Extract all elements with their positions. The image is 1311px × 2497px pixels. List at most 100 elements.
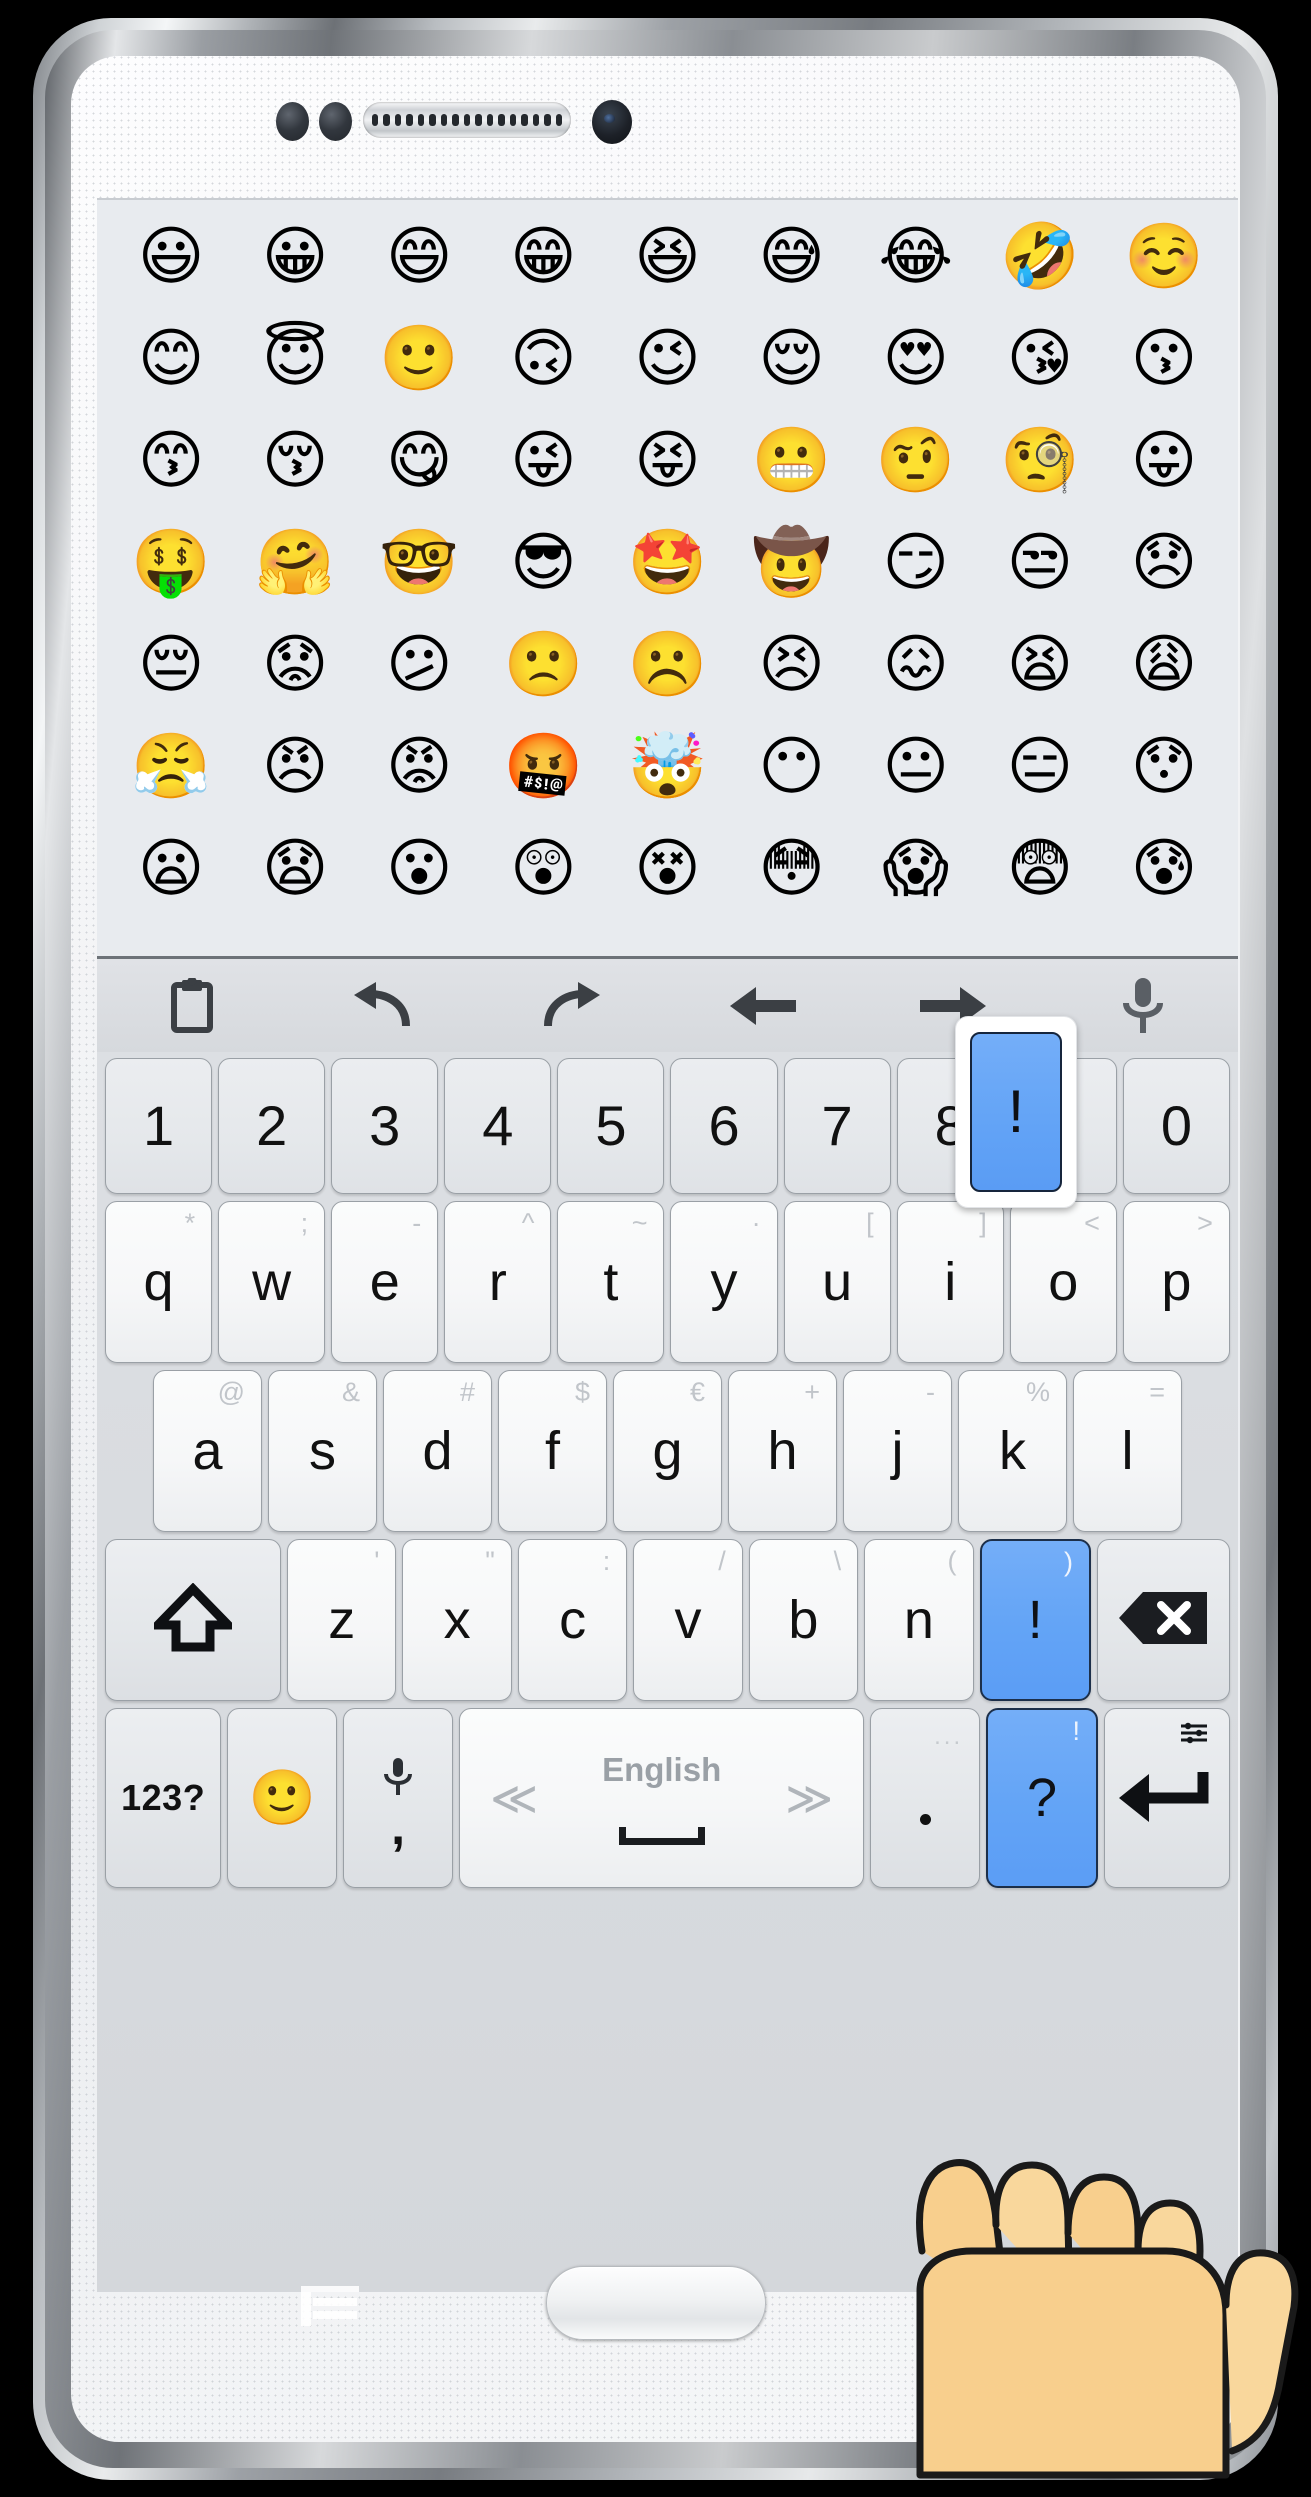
emoji-cell[interactable]: 😏 xyxy=(854,531,978,595)
home-button[interactable] xyxy=(546,2266,766,2340)
emoji-cell[interactable]: 😠 xyxy=(233,735,357,799)
emoji-cell[interactable]: 😝 xyxy=(605,429,729,493)
key-6[interactable]: 6 xyxy=(670,1058,777,1194)
key-r[interactable]: ^r xyxy=(444,1201,551,1363)
next-language-icon[interactable]: ≫ xyxy=(785,1771,833,1825)
key-5[interactable]: 5 xyxy=(557,1058,664,1194)
emoji-cell[interactable]: 😁 xyxy=(481,225,605,289)
emoji-cell[interactable]: 😎 xyxy=(481,531,605,595)
emoji-cell[interactable]: 🤯 xyxy=(605,735,729,799)
emoji-cell[interactable]: 😱 xyxy=(854,837,978,901)
key-b[interactable]: \b xyxy=(749,1539,858,1701)
emoji-cell[interactable]: 😉 xyxy=(605,327,729,391)
emoji-cell[interactable]: 😯 xyxy=(1102,735,1226,799)
emoji-cell[interactable]: 😧 xyxy=(233,837,357,901)
emoji-cell[interactable]: 😅 xyxy=(730,225,854,289)
key-0[interactable]: 0 xyxy=(1123,1058,1230,1194)
emoji-cell[interactable]: 😤 xyxy=(109,735,233,799)
emoji-cell[interactable]: 😋 xyxy=(357,429,481,493)
key-a[interactable]: @a xyxy=(153,1370,262,1532)
emoji-cell[interactable]: 😐 xyxy=(854,735,978,799)
emoji-cell[interactable]: 😄 xyxy=(357,225,481,289)
key-f[interactable]: $f xyxy=(498,1370,607,1532)
key-h[interactable]: +h xyxy=(728,1370,837,1532)
key-k[interactable]: %k xyxy=(958,1370,1067,1532)
key-j[interactable]: -j xyxy=(843,1370,952,1532)
key-w[interactable]: ;w xyxy=(218,1201,325,1363)
backspace-key[interactable] xyxy=(1097,1539,1230,1701)
emoji-cell[interactable]: 😗 xyxy=(1102,327,1226,391)
key-v[interactable]: /v xyxy=(633,1539,742,1701)
emoji-cell[interactable]: 🤣 xyxy=(978,225,1102,289)
emoji-cell[interactable]: ☺️ xyxy=(1102,225,1226,289)
voice-comma-key[interactable]: , xyxy=(343,1708,453,1888)
key-i[interactable]: ]i xyxy=(897,1201,1004,1363)
key-o[interactable]: <o xyxy=(1010,1201,1117,1363)
emoji-cell[interactable]: 😵 xyxy=(605,837,729,901)
clipboard-button[interactable] xyxy=(97,959,287,1052)
emoji-cell[interactable]: 😳 xyxy=(730,837,854,901)
emoji-cell[interactable]: 🤨 xyxy=(854,429,978,493)
emoji-cell[interactable]: 😜 xyxy=(481,429,605,493)
key-q[interactable]: *q xyxy=(105,1201,212,1363)
emoji-cell[interactable]: 😀 xyxy=(233,225,357,289)
key-3[interactable]: 3 xyxy=(331,1058,438,1194)
emoji-cell[interactable]: 😦 xyxy=(109,837,233,901)
emoji-cell[interactable]: 😃 xyxy=(109,225,233,289)
emoji-cell[interactable]: 😊 xyxy=(109,327,233,391)
key-d[interactable]: #d xyxy=(383,1370,492,1532)
emoji-cell[interactable]: 🤬 xyxy=(481,735,605,799)
emoji-cell[interactable]: 😒 xyxy=(978,531,1102,595)
emoji-cell[interactable]: 😶 xyxy=(730,735,854,799)
emoji-cell[interactable]: 😍 xyxy=(854,327,978,391)
key-g[interactable]: €g xyxy=(613,1370,722,1532)
emoji-cell[interactable]: 🙂 xyxy=(357,327,481,391)
space-key[interactable]: ≪ English ≫ xyxy=(459,1708,864,1888)
key-u[interactable]: [u xyxy=(784,1201,891,1363)
key-4[interactable]: 4 xyxy=(444,1058,551,1194)
emoji-cell[interactable]: 😔 xyxy=(109,633,233,697)
emoji-cell[interactable]: 🤑 xyxy=(109,531,233,595)
keyboard-settings-icon[interactable] xyxy=(1179,1719,1209,1752)
emoji-cell[interactable]: 🙃 xyxy=(481,327,605,391)
emoji-cell[interactable]: 😘 xyxy=(978,327,1102,391)
undo-button[interactable] xyxy=(287,959,477,1052)
emoji-cell[interactable]: 😲 xyxy=(481,837,605,901)
shift-key[interactable] xyxy=(105,1539,281,1701)
enter-key[interactable] xyxy=(1104,1708,1230,1888)
emoji-cell[interactable]: 🧐 xyxy=(978,429,1102,493)
redo-button[interactable] xyxy=(477,959,667,1052)
emoji-cell[interactable]: 🙁 xyxy=(481,633,605,697)
period-key[interactable]: ... xyxy=(870,1708,980,1888)
emoji-cell[interactable]: 😟 xyxy=(233,633,357,697)
key-n[interactable]: (n xyxy=(864,1539,973,1701)
emoji-cell[interactable]: 😬 xyxy=(730,429,854,493)
key-7[interactable]: 7 xyxy=(784,1058,891,1194)
emoji-cell[interactable]: 🤠 xyxy=(730,531,854,595)
emoji-cell[interactable]: 😖 xyxy=(854,633,978,697)
emoji-cell[interactable]: 🤩 xyxy=(605,531,729,595)
key-s[interactable]: &s xyxy=(268,1370,377,1532)
emoji-picker-panel[interactable]: 😃😀😄😁😆😅😂🤣☺️😊😇🙂🙃😉😌😍😘😗😙😚😋😜😝😬🤨🧐😛🤑🤗🤓😎🤩🤠😏😒😞😔😟😕… xyxy=(97,198,1238,956)
emoji-cell[interactable]: 😫 xyxy=(978,633,1102,697)
emoji-cell[interactable]: 😑 xyxy=(978,735,1102,799)
emoji-cell[interactable]: 😡 xyxy=(357,735,481,799)
emoji-cell[interactable]: 😇 xyxy=(233,327,357,391)
key-p[interactable]: >p xyxy=(1123,1201,1230,1363)
emoji-cell[interactable]: 🤗 xyxy=(233,531,357,595)
emoji-cell[interactable]: 🤓 xyxy=(357,531,481,595)
key-1[interactable]: 1 xyxy=(105,1058,212,1194)
emoji-cell[interactable]: 😛 xyxy=(1102,429,1226,493)
emoji-cell[interactable]: 😰 xyxy=(1102,837,1226,901)
emoji-cell[interactable]: 😞 xyxy=(1102,531,1226,595)
emoji-cell[interactable]: 😣 xyxy=(730,633,854,697)
emoji-cell[interactable]: ☹️ xyxy=(605,633,729,697)
symbols-key[interactable]: 123? xyxy=(105,1708,221,1888)
emoji-cell[interactable]: 😂 xyxy=(854,225,978,289)
menu-key[interactable] xyxy=(299,2284,361,2328)
key-exclamation[interactable]: )! xyxy=(980,1539,1091,1701)
key-c[interactable]: :c xyxy=(518,1539,627,1701)
question-key[interactable]: ! ? xyxy=(986,1708,1098,1888)
key-e[interactable]: -e xyxy=(331,1201,438,1363)
emoji-cell[interactable]: 😮 xyxy=(357,837,481,901)
